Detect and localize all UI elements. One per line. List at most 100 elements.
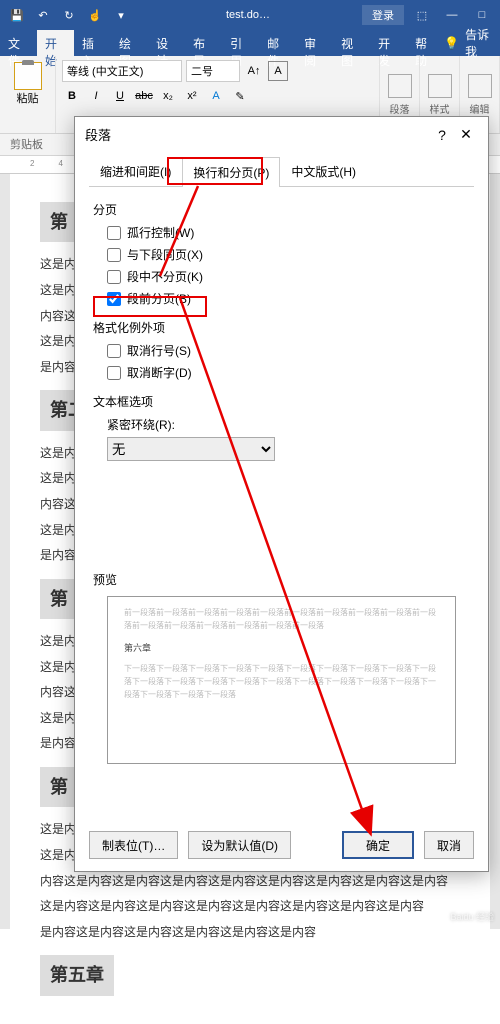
italic-icon[interactable]: I (86, 86, 106, 106)
quick-access-toolbar: 💾 ↶ ↻ ☝ ▾ (0, 4, 138, 26)
tab-insert[interactable]: 插入 (74, 30, 111, 56)
keep-lines-together-input[interactable] (107, 270, 121, 284)
tell-me[interactable]: 告诉我 (465, 26, 494, 60)
qat-dropdown-icon[interactable]: ▾ (110, 4, 132, 26)
tab-developer[interactable]: 开发 (370, 30, 407, 56)
save-icon[interactable]: 💾 (6, 4, 28, 26)
lightbulb-icon[interactable]: 💡 (444, 36, 459, 50)
preview-before-text: 前一段落前一段落前一段落前一段落前一段落前一段落前一段落前一段落前一段落前一段落… (124, 607, 439, 633)
underline-icon[interactable]: U (110, 86, 130, 106)
keep-lines-together-label: 段中不分页(K) (127, 268, 203, 285)
group-clipboard: 粘贴 (0, 56, 56, 133)
dialog-footer: 制表位(T)… 设为默认值(D) 确定 取消 (75, 819, 488, 871)
styles-label: 样式 (430, 101, 450, 116)
styles-icon (428, 74, 452, 98)
document-title: test.do… (138, 9, 358, 21)
suppress-line-numbers-label: 取消行号(S) (127, 342, 191, 359)
close-icon[interactable]: ✕ (454, 126, 478, 143)
font-name-select[interactable]: 等线 (中文正文) (62, 60, 182, 82)
dialog-title: 段落 (85, 125, 111, 144)
paragraph-icon (388, 74, 412, 98)
touch-icon[interactable]: ☝ (84, 4, 106, 26)
widow-control-input[interactable] (107, 226, 121, 240)
tab-file[interactable]: 文件 (0, 30, 37, 56)
tab-design[interactable]: 设计 (148, 30, 185, 56)
tab-layout[interactable]: 布局 (185, 30, 222, 56)
editing-icon (468, 74, 492, 98)
body-text: 这是内容这是内容这是内容这是内容这是内容这是内容这是内容这是内容 (40, 896, 460, 918)
superscript-icon[interactable]: x² (182, 86, 202, 106)
heading: 第 (40, 202, 78, 242)
keep-lines-together-checkbox[interactable]: 段中不分页(K) (107, 268, 470, 285)
keep-with-next-input[interactable] (107, 248, 121, 262)
format-exceptions-label: 格式化例外项 (93, 319, 470, 336)
textbox-options-label: 文本框选项 (93, 393, 470, 410)
suppress-line-numbers-input[interactable] (107, 344, 121, 358)
tab-references[interactable]: 引用 (222, 30, 259, 56)
tab-mailings[interactable]: 邮件 (259, 30, 296, 56)
tab-home[interactable]: 开始 (37, 30, 74, 56)
preview-current-text: 第六章 (124, 641, 439, 655)
suppress-line-numbers-checkbox[interactable]: 取消行号(S) (107, 342, 470, 359)
heading: 第 (40, 767, 78, 807)
widow-control-label: 孤行控制(W) (127, 224, 194, 241)
cancel-button[interactable]: 取消 (424, 831, 474, 859)
subscript-icon[interactable]: x₂ (158, 86, 178, 106)
keep-with-next-label: 与下段同页(X) (127, 246, 203, 263)
page-break-before-label: 段前分页(B) (127, 290, 191, 307)
watermark: Baidu 经验 (450, 910, 494, 923)
help-icon[interactable]: ? (430, 127, 454, 143)
dont-hyphenate-checkbox[interactable]: 取消断字(D) (107, 364, 470, 381)
highlight-icon[interactable]: ✎ (230, 86, 250, 106)
login-button[interactable]: 登录 (362, 5, 404, 25)
paste-label: 粘贴 (17, 90, 39, 106)
preview-box: 前一段落前一段落前一段落前一段落前一段落前一段落前一段落前一段落前一段落前一段落… (107, 596, 456, 764)
heading: 第五章 (40, 955, 114, 995)
ok-button[interactable]: 确定 (342, 831, 414, 859)
redo-icon[interactable]: ↻ (58, 4, 80, 26)
dialog-body: 分页 孤行控制(W) 与下段同页(X) 段中不分页(K) 段前分页(B) 格式化… (75, 187, 488, 819)
ribbon-tabs: 文件 开始 插入 绘图 设计 布局 引用 邮件 审阅 视图 开发 帮助 💡 告诉… (0, 30, 500, 56)
font-size-select[interactable]: 二号 (186, 60, 240, 82)
tab-help[interactable]: 帮助 (407, 30, 444, 56)
set-default-button[interactable]: 设为默认值(D) (188, 831, 291, 859)
titlebar: 💾 ↶ ↻ ☝ ▾ test.do… 登录 ⬚ — □ (0, 0, 500, 30)
character-border-icon[interactable]: A (268, 61, 288, 81)
maximize-icon[interactable]: □ (468, 9, 496, 22)
pagination-section-label: 分页 (93, 201, 470, 218)
tab-chinese-typography[interactable]: 中文版式(H) (280, 156, 367, 186)
bold-icon[interactable]: B (62, 86, 82, 106)
paste-button[interactable]: 粘贴 (9, 60, 47, 108)
paragraph-dialog: 段落 ? ✕ 缩进和间距(I) 换行和分页(P) 中文版式(H) 分页 孤行控制… (74, 116, 489, 872)
dialog-tabs: 缩进和间距(I) 换行和分页(P) 中文版式(H) (89, 156, 474, 187)
heading: 第 (40, 579, 78, 619)
tab-draw[interactable]: 绘图 (111, 30, 148, 56)
tabs-button[interactable]: 制表位(T)… (89, 831, 178, 859)
tab-review[interactable]: 审阅 (296, 30, 333, 56)
paste-icon (14, 62, 42, 90)
ribbon-options-icon[interactable]: ⬚ (408, 9, 436, 22)
tab-line-page-breaks[interactable]: 换行和分页(P) (182, 157, 280, 187)
text-effects-icon[interactable]: A (206, 86, 226, 106)
strike-icon[interactable]: abc (134, 86, 154, 106)
grow-font-icon[interactable]: A↑ (244, 61, 264, 81)
tight-wrap-label: 紧密环绕(R): (107, 416, 470, 433)
dont-hyphenate-input[interactable] (107, 366, 121, 380)
keep-with-next-checkbox[interactable]: 与下段同页(X) (107, 246, 470, 263)
widow-control-checkbox[interactable]: 孤行控制(W) (107, 224, 470, 241)
dont-hyphenate-label: 取消断字(D) (127, 364, 192, 381)
tight-wrap-select[interactable]: 无 (107, 437, 275, 461)
body-text: 是内容这是内容这是内容这是内容这是内容这是内容 (40, 922, 460, 944)
page-break-before-input[interactable] (107, 292, 121, 306)
tab-indent-spacing[interactable]: 缩进和间距(I) (89, 156, 182, 186)
body-text: 内容这是内容这是内容这是内容这是内容这是内容这是内容这是内容这是内容 (40, 871, 460, 893)
preview-after-text: 下一段落下一段落下一段落下一段落下一段落下一段落下一段落下一段落下一段落下一段落… (124, 663, 439, 701)
paragraph-label: 段落 (390, 101, 410, 116)
minimize-icon[interactable]: — (438, 9, 466, 22)
undo-icon[interactable]: ↶ (32, 4, 54, 26)
page-break-before-checkbox[interactable]: 段前分页(B) (107, 290, 470, 307)
preview-label: 预览 (93, 571, 470, 588)
dialog-titlebar[interactable]: 段落 ? ✕ (75, 117, 488, 152)
editing-label: 编辑 (470, 101, 490, 116)
tab-view[interactable]: 视图 (333, 30, 370, 56)
